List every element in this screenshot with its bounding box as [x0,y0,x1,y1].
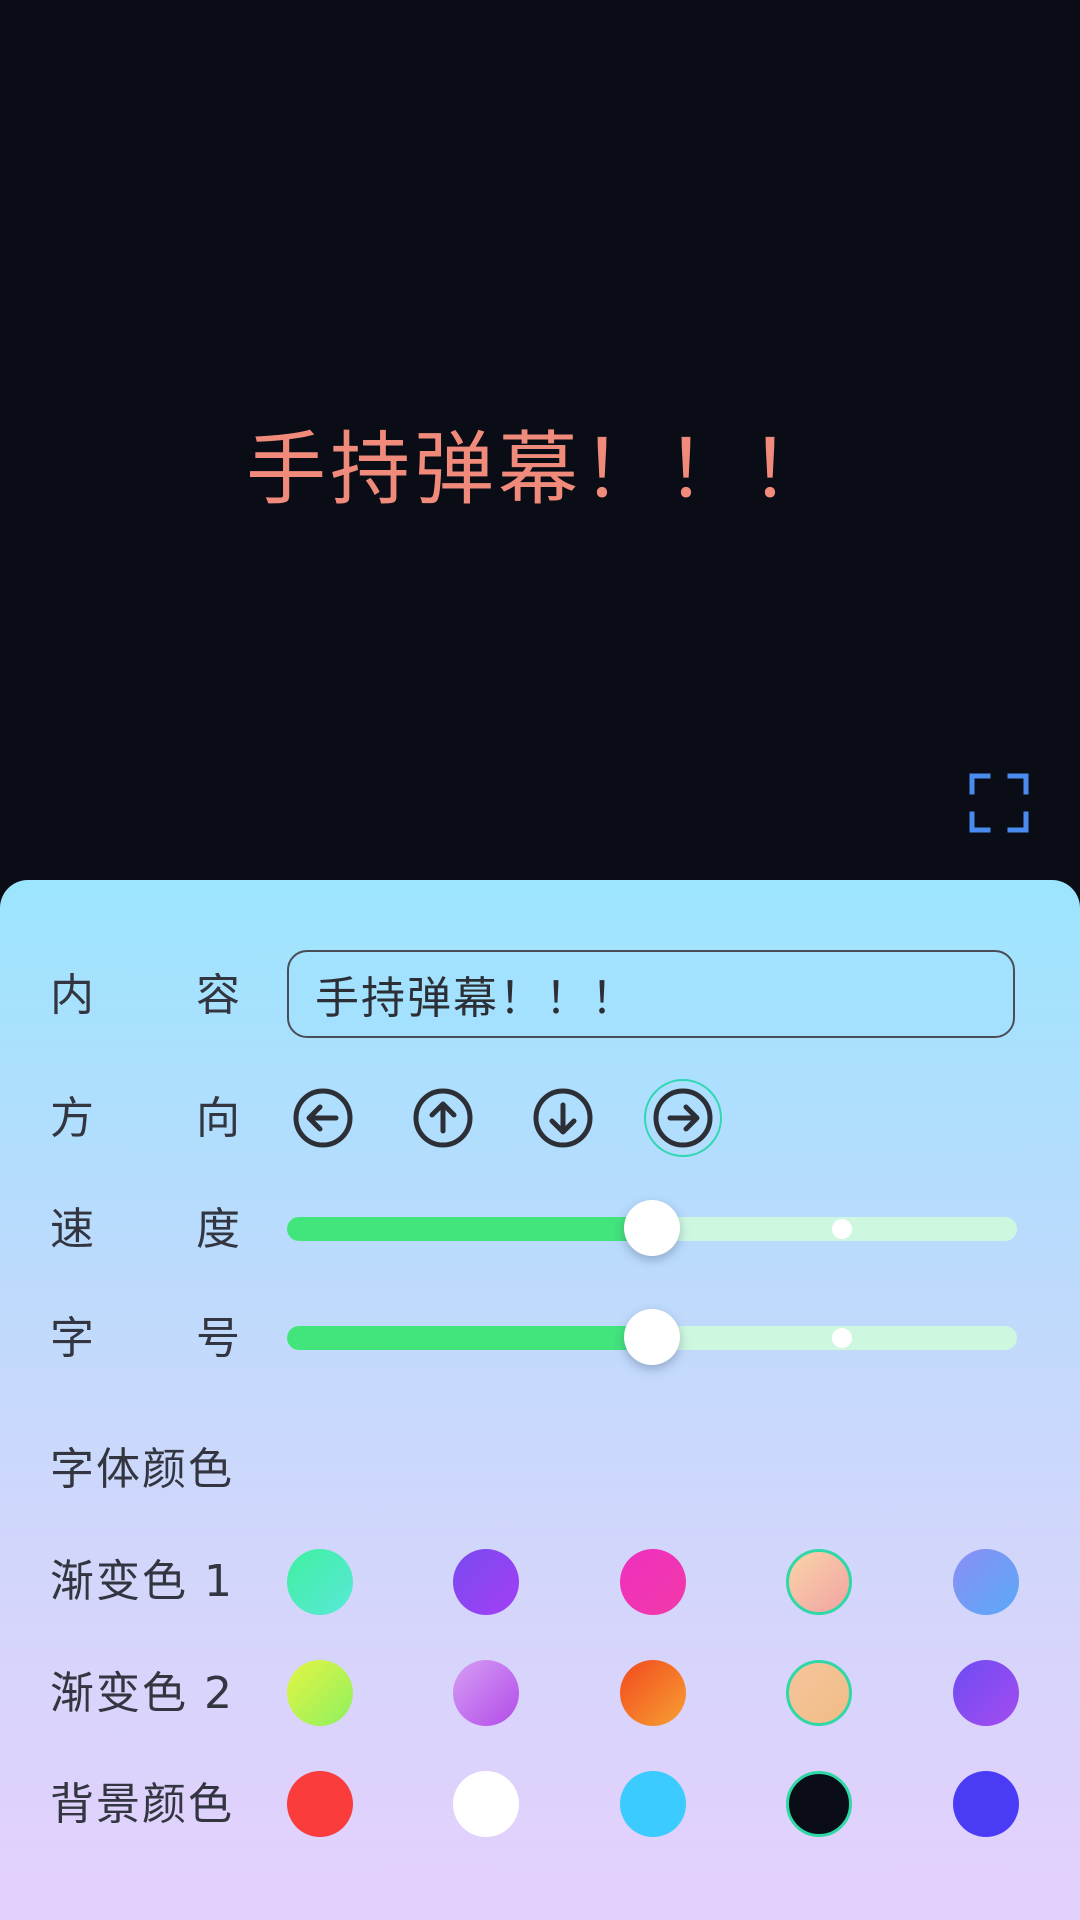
font-size-label-char-1: 字 [50,1313,94,1364]
direction-label: 方 向 [50,1089,240,1149]
font-color-heading: 字体颜色 [50,1444,234,1495]
font-size-slider[interactable] [287,1309,1017,1365]
background-swatch-3[interactable] [620,1771,686,1837]
gradient1-label: 渐变色 1 [50,1556,234,1607]
fullscreen-icon[interactable] [968,772,1030,834]
arrow-right-circle-icon [653,1088,713,1148]
direction-up-button[interactable] [410,1085,476,1151]
direction-right-button[interactable] [644,1079,722,1157]
gradient1-swatch-1[interactable] [287,1549,353,1615]
danmaku-stage: 手持弹幕！！！ [0,0,1080,890]
content-label-char-2: 容 [196,970,240,1021]
direction-down-button[interactable] [530,1085,596,1151]
content-label-char-1: 内 [50,970,94,1021]
direction-label-char-1: 方 [50,1093,94,1144]
gradient2-swatch-5[interactable] [953,1660,1019,1726]
speed-label: 速 度 [50,1200,240,1260]
font-size-slider-fill [287,1326,652,1350]
gradient2-swatch-2[interactable] [453,1660,519,1726]
content-label: 内 容 [50,966,240,1026]
danmaku-text: 手持弹幕！！！ [246,423,834,516]
gradient1-swatch-5[interactable] [953,1549,1019,1615]
background-swatch-5[interactable] [953,1771,1019,1837]
gradient1-swatch-3[interactable] [620,1549,686,1615]
arrow-down-circle-icon [533,1088,593,1148]
font-size-slider-thumb[interactable] [624,1309,680,1365]
font-size-label: 字 号 [50,1309,240,1369]
speed-slider-thumb[interactable] [624,1200,680,1256]
gradient1-swatch-2[interactable] [453,1549,519,1615]
speed-label-char-1: 速 [50,1204,94,1255]
content-input[interactable] [287,950,1015,1038]
gradient2-swatch-1[interactable] [287,1660,353,1726]
background-swatch-2[interactable] [453,1771,519,1837]
gradient2-swatch-4[interactable] [786,1660,852,1726]
arrow-up-circle-icon [413,1088,473,1148]
speed-slider-fill [287,1217,652,1241]
gradient1-swatch-4[interactable] [786,1549,852,1615]
font-size-slider-mark [831,1328,852,1348]
direction-left-button[interactable] [290,1085,356,1151]
arrow-left-circle-icon [293,1088,353,1148]
speed-slider[interactable] [287,1200,1017,1256]
speed-label-char-2: 度 [196,1204,240,1255]
gradient2-label: 渐变色 2 [50,1668,234,1719]
background-swatch-4[interactable] [786,1771,852,1837]
direction-label-char-2: 向 [196,1093,240,1144]
background-color-label: 背景颜色 [50,1779,234,1830]
speed-slider-mark [831,1219,852,1239]
font-size-label-char-2: 号 [196,1313,240,1364]
background-swatch-1[interactable] [287,1771,353,1837]
gradient2-swatch-3[interactable] [620,1660,686,1726]
